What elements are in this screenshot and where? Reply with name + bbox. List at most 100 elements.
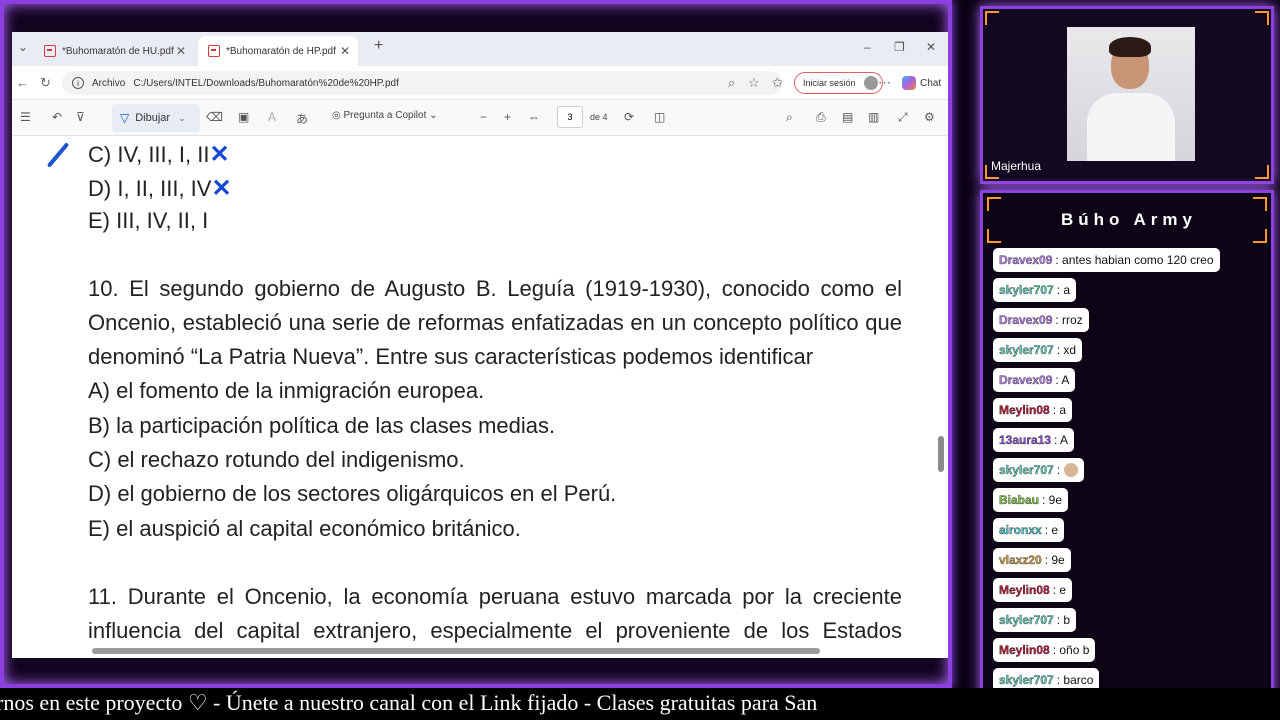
- option-e: E) el auspició al capital económico brit…: [88, 516, 521, 541]
- question-10-line: Oncenio, estableció una serie de reforma…: [88, 310, 902, 335]
- favorite-star-icon[interactable]: ☆: [748, 75, 760, 91]
- ask-copilot-button[interactable]: ◎ Pregunta a Copilot ⌄: [332, 110, 438, 121]
- info-icon[interactable]: i: [72, 77, 84, 89]
- save-as-icon[interactable]: ▥: [868, 110, 879, 124]
- undo-icon[interactable]: ↶: [52, 110, 62, 124]
- chat-message: skyler707:: [993, 458, 1085, 482]
- option-d: D) el gobierno de los sectores oligárqui…: [88, 481, 617, 506]
- zoom-icon[interactable]: ⌕: [728, 75, 735, 91]
- chat-text: : xd: [1056, 343, 1077, 357]
- close-icon[interactable]: ✕: [176, 44, 186, 58]
- chat-text: : antes habian como 120 creo: [1055, 253, 1214, 267]
- tab-label: *Buhomaratón de HU.pdf: [62, 45, 174, 57]
- print-icon[interactable]: ⎙: [816, 110, 826, 125]
- chat-username[interactable]: Meylin08: [999, 583, 1050, 597]
- browser-window: ⌄ *Buhomaratón de HU.pdf ✕ *Buhomaratón …: [12, 32, 948, 658]
- tab-buhomaraton-hu[interactable]: *Buhomaratón de HU.pdf ✕: [34, 36, 194, 66]
- tab-buhomaraton-hp[interactable]: *Buhomaratón de HP.pdf ✕: [198, 36, 358, 66]
- zoom-out-icon[interactable]: −: [480, 110, 487, 124]
- chat-message: Meylin08: e: [993, 578, 1073, 602]
- close-window-icon[interactable]: ✕: [926, 40, 936, 54]
- page-view-icon[interactable]: ◫: [654, 110, 665, 124]
- zoom-in-icon[interactable]: +: [504, 110, 511, 124]
- chat-username[interactable]: skyler707: [999, 613, 1054, 627]
- back-arrow-icon[interactable]: ←: [16, 75, 29, 90]
- close-icon[interactable]: ✕: [340, 44, 350, 58]
- fit-page-icon[interactable]: ⇔: [528, 110, 540, 124]
- chat-message: Dravex09: antes habian como 120 creo: [993, 248, 1220, 272]
- question-11-line: influencia del capital extranjero, espec…: [88, 618, 902, 643]
- chat-username[interactable]: 13aura13: [999, 433, 1051, 447]
- save-icon[interactable]: ▤: [842, 110, 853, 124]
- chat-panel: Búho Army Dravex09: antes habian como 12…: [980, 190, 1274, 716]
- chat-username[interactable]: Dravex09: [999, 313, 1053, 327]
- pdf-icon: [208, 45, 220, 57]
- pdf-page: C) IV, III, I, II✕ D) I, II, III, IV✕ E)…: [12, 136, 948, 658]
- text-box-icon[interactable]: ▣: [238, 110, 249, 124]
- more-menu-icon[interactable]: ⋯: [878, 75, 891, 91]
- chat-text: : e: [1044, 523, 1059, 537]
- chevron-down-icon: ⌄: [429, 110, 438, 121]
- page-number-input[interactable]: 3: [557, 106, 583, 128]
- pdf-icon: [44, 45, 56, 57]
- chat-username[interactable]: Meylin08: [999, 403, 1050, 417]
- option-c: C) el rechazo rotundo del indigenismo.: [88, 447, 465, 472]
- emote-icon: [1064, 463, 1079, 477]
- highlight-icon[interactable]: ⊽: [76, 110, 85, 124]
- refresh-icon[interactable]: ↻: [40, 75, 51, 91]
- chat-username[interactable]: skyler707: [999, 283, 1054, 297]
- favorites-icon[interactable]: ✩: [772, 75, 783, 91]
- tab-bar: ⌄ *Buhomaratón de HU.pdf ✕ *Buhomaratón …: [12, 32, 948, 66]
- new-tab-plus-icon[interactable]: +: [374, 37, 383, 55]
- chat-message: Biabau: 9e: [993, 488, 1069, 512]
- draw-label: Dibujar: [135, 112, 171, 124]
- chat-message: Dravex09: rroz: [993, 308, 1089, 332]
- ticker-text: rnos en este proyecto ♡ - Únete a nuestr…: [0, 690, 818, 715]
- signin-button[interactable]: Iniciar sesión: [794, 72, 883, 94]
- chat-username[interactable]: Dravex09: [999, 373, 1053, 387]
- read-aloud-icon[interactable]: あ: [296, 110, 308, 127]
- chat-username[interactable]: Meylin08: [999, 643, 1050, 657]
- chat-username[interactable]: skyler707: [999, 463, 1054, 477]
- pdf-toolbar: ☰ ↶ ⊽ ▽ Dibujar ⌄ ⌫ ▣ A あ ◎ Pregunta a C…: [12, 100, 948, 136]
- chat-username[interactable]: Biabau: [999, 493, 1039, 507]
- url-text: C:/Users/INTEL/Downloads/Buhomaratón%20d…: [133, 77, 399, 89]
- chevron-down-icon: ⌄: [178, 112, 186, 123]
- chat-username[interactable]: Dravex09: [999, 253, 1053, 267]
- corner-accent: [1255, 165, 1269, 179]
- chat-message: vlaxz20: 9e: [993, 548, 1071, 572]
- horizontal-scrollbar[interactable]: [92, 648, 820, 654]
- option-b: B) la participación política de las clas…: [88, 413, 556, 438]
- signin-label: Iniciar sesión: [803, 78, 856, 88]
- option-line: C) IV, III, I, II✕: [88, 140, 230, 169]
- expand-icon[interactable]: ⤢: [898, 110, 908, 125]
- ticker-bar: rnos en este proyecto ♡ - Únete a nuestr…: [0, 688, 1280, 720]
- search-icon[interactable]: ⌕: [786, 110, 793, 125]
- chat-username[interactable]: vlaxz20: [999, 553, 1042, 567]
- cross-mark-icon: ✕: [209, 141, 230, 168]
- chat-message: Meylin08: a: [993, 398, 1073, 422]
- url-scheme: Archivo: [92, 77, 126, 89]
- chat-username[interactable]: aironxx: [999, 523, 1042, 537]
- chat-username[interactable]: skyler707: [999, 343, 1054, 357]
- draw-button[interactable]: ▽ Dibujar ⌄: [112, 104, 200, 132]
- rotate-icon[interactable]: ⟳: [624, 110, 634, 124]
- chat-message: skyler707: b: [993, 608, 1077, 632]
- avatar-icon: [863, 76, 878, 90]
- copilot-chat-button[interactable]: Chat: [902, 76, 941, 90]
- chat-text: : b: [1056, 613, 1071, 627]
- question-10-line: denominó “La Patria Nueva”. Entre sus ca…: [88, 344, 814, 369]
- settings-gear-icon[interactable]: ⚙: [924, 110, 935, 124]
- eraser-icon[interactable]: ⌫: [206, 110, 223, 124]
- pen-icon: ▽: [120, 111, 130, 125]
- restore-icon[interactable]: ❐: [894, 40, 905, 54]
- minimize-icon[interactable]: –: [864, 40, 871, 54]
- url-field[interactable]: i Archivo C:/Users/INTEL/Downloads/Buhom…: [62, 71, 782, 95]
- tab-list-chevron-icon[interactable]: ⌄: [18, 40, 28, 54]
- vertical-scrollbar[interactable]: [938, 436, 944, 472]
- chat-label: Chat: [920, 77, 942, 89]
- contents-list-icon[interactable]: ☰: [20, 110, 31, 124]
- chat-username[interactable]: skyler707: [999, 673, 1054, 687]
- person-shirt: [1087, 93, 1175, 161]
- text-size-icon[interactable]: A: [268, 110, 276, 124]
